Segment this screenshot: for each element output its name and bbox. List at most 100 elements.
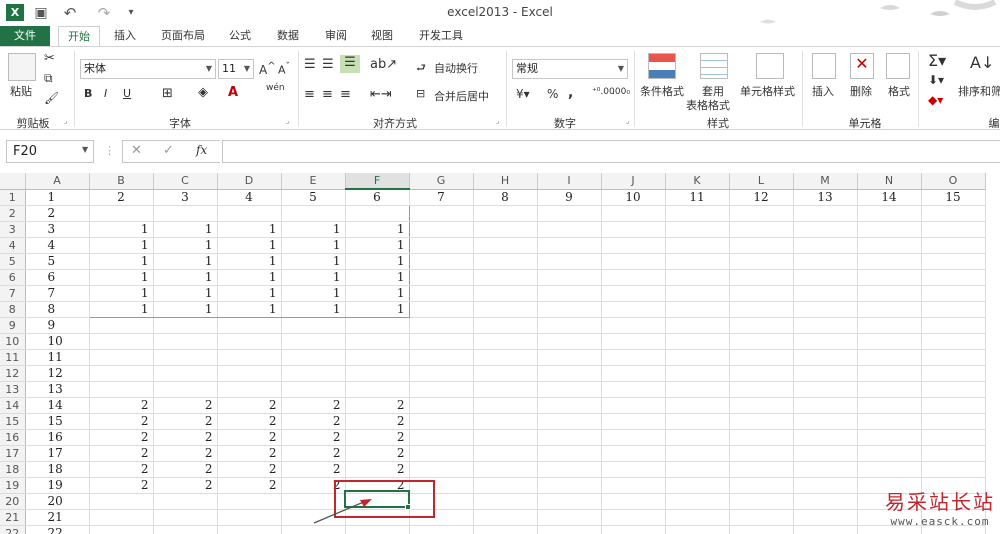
cell[interactable] [217, 493, 282, 510]
cell[interactable] [217, 365, 282, 382]
cell[interactable]: 11 [25, 349, 90, 366]
cell[interactable]: 1 [88, 221, 154, 238]
cell[interactable] [665, 221, 730, 238]
tab-developer[interactable]: 开发工具 [410, 26, 472, 46]
cell[interactable]: 13 [793, 189, 858, 206]
cell[interactable]: 6 [25, 269, 90, 286]
cell[interactable]: 11 [665, 189, 730, 206]
cell[interactable] [537, 269, 602, 286]
column-header-o[interactable]: O [921, 173, 986, 190]
cell[interactable] [409, 269, 474, 286]
cell[interactable] [537, 333, 602, 350]
cell[interactable] [921, 237, 986, 254]
cell[interactable]: 17 [25, 445, 90, 462]
cell[interactable] [409, 253, 474, 270]
align-left-icon[interactable]: ≡ [304, 87, 315, 102]
cell[interactable]: 2 [281, 429, 346, 446]
cell[interactable]: 1 [281, 301, 346, 318]
cell[interactable] [281, 333, 346, 350]
cell[interactable] [345, 317, 410, 334]
cell[interactable] [601, 333, 666, 350]
cell[interactable] [665, 365, 730, 382]
cell[interactable] [537, 477, 602, 494]
cell[interactable] [857, 365, 922, 382]
cell[interactable] [793, 205, 858, 222]
row-header[interactable]: 7 [0, 285, 26, 302]
cell[interactable] [409, 381, 474, 398]
cell[interactable]: 2 [153, 397, 218, 414]
wrap-text-button[interactable]: 自动换行 [434, 60, 478, 76]
cell[interactable] [537, 381, 602, 398]
cell[interactable]: 1 [281, 221, 346, 238]
cell[interactable] [217, 205, 282, 222]
cell[interactable] [601, 381, 666, 398]
cell[interactable]: 9 [537, 189, 602, 206]
cell[interactable] [473, 349, 538, 366]
percent-button[interactable]: % [547, 87, 558, 101]
cell[interactable]: 3 [25, 221, 90, 238]
cell[interactable] [921, 349, 986, 366]
row-header[interactable]: 4 [0, 237, 26, 254]
cell[interactable] [409, 461, 474, 478]
format-painter-icon[interactable]: 🖌 [44, 91, 59, 105]
cell[interactable] [857, 461, 922, 478]
cell[interactable] [473, 381, 538, 398]
cell[interactable] [409, 221, 474, 238]
row-header[interactable]: 13 [0, 381, 26, 398]
cell[interactable] [601, 365, 666, 382]
cell[interactable] [409, 317, 474, 334]
column-header-j[interactable]: J [601, 173, 666, 190]
cell[interactable]: 2 [153, 429, 218, 446]
row-header[interactable]: 10 [0, 333, 26, 350]
cell[interactable] [89, 493, 154, 510]
cell[interactable]: 2 [281, 397, 346, 414]
cell[interactable] [729, 429, 794, 446]
cell[interactable] [793, 269, 858, 286]
comma-button[interactable]: , [568, 85, 573, 101]
cell[interactable] [89, 509, 154, 526]
cell[interactable] [601, 237, 666, 254]
font-size-select[interactable]: 11 ▼ [218, 59, 254, 79]
cell[interactable] [729, 269, 794, 286]
cell[interactable] [409, 333, 474, 350]
orientation-icon[interactable]: ab↗ [370, 57, 397, 72]
row-header[interactable]: 17 [0, 445, 26, 462]
cell[interactable] [857, 237, 922, 254]
cell[interactable]: 1 [25, 189, 90, 206]
cell[interactable]: 2 [281, 461, 346, 478]
cell[interactable] [601, 525, 666, 534]
column-header-m[interactable]: M [793, 173, 858, 190]
cell[interactable] [537, 525, 602, 534]
align-center-icon[interactable]: ≡ [322, 87, 333, 102]
cell[interactable] [729, 381, 794, 398]
cell[interactable]: 2 [89, 429, 154, 446]
resize-handle-icon[interactable]: ⋮ [104, 144, 115, 157]
cell[interactable] [793, 493, 858, 510]
indent-icon[interactable]: ⇤⇥ [370, 87, 392, 102]
cell[interactable] [665, 205, 730, 222]
cell[interactable] [153, 205, 218, 222]
cell[interactable] [473, 365, 538, 382]
cell[interactable] [473, 477, 538, 494]
delete-cells-button[interactable]: 删除 [850, 83, 872, 99]
cell[interactable] [537, 509, 602, 526]
cell[interactable]: 2 [217, 477, 282, 494]
cell[interactable]: 2 [153, 413, 218, 430]
cell[interactable] [793, 413, 858, 430]
dialog-launcher-icon[interactable]: ⌟ [496, 117, 499, 125]
merge-center-button[interactable]: 合并后居中 [434, 88, 489, 104]
cell[interactable] [153, 317, 218, 334]
cell[interactable] [601, 429, 666, 446]
cell[interactable] [345, 349, 410, 366]
row-header[interactable]: 8 [0, 301, 26, 318]
cell[interactable] [473, 493, 538, 510]
cell[interactable] [793, 333, 858, 350]
align-middle-icon[interactable]: ☰ [322, 57, 334, 72]
cell[interactable] [537, 461, 602, 478]
cell[interactable] [921, 317, 986, 334]
cell[interactable] [793, 349, 858, 366]
cell[interactable] [88, 205, 154, 222]
cell[interactable] [729, 493, 794, 510]
column-header-f[interactable]: F [345, 173, 410, 190]
cell[interactable] [729, 221, 794, 238]
